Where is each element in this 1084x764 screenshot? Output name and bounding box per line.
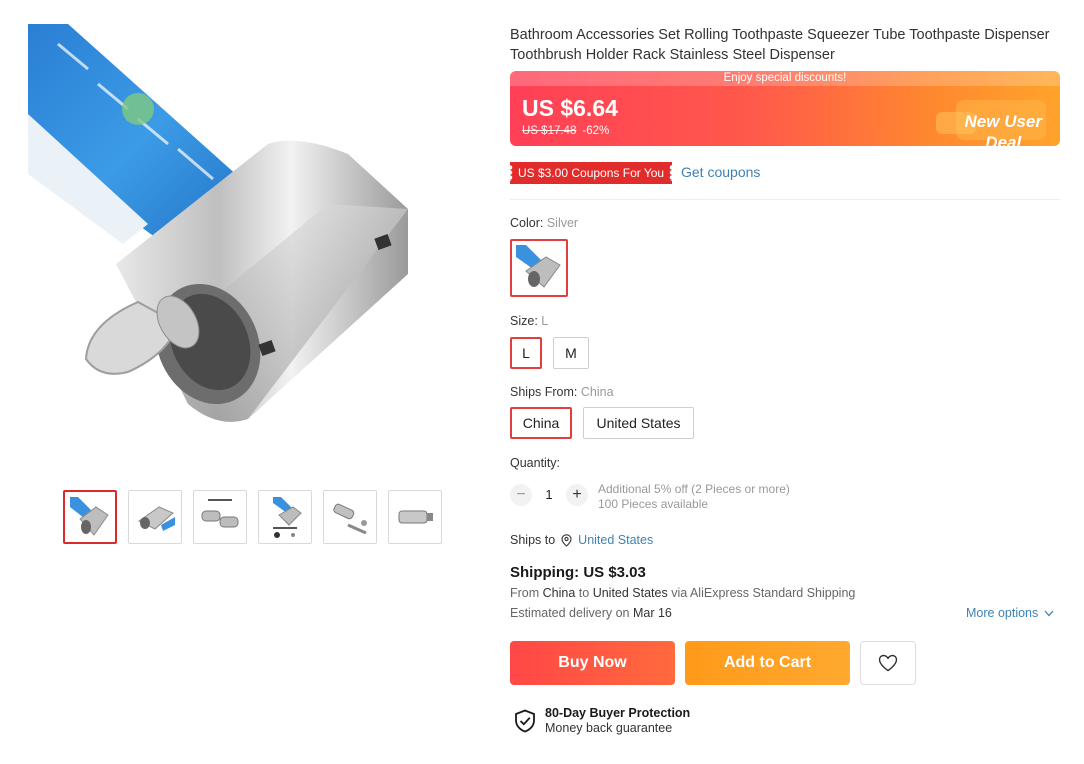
price-banner: Enjoy special discounts! US $6.64 US $17… — [510, 71, 1060, 146]
add-to-cart-button[interactable]: Add to Cart — [685, 641, 850, 685]
size-option-m[interactable]: M — [553, 337, 589, 369]
get-coupons-link[interactable]: Get coupons — [681, 164, 760, 180]
ships-from-option-united-states[interactable]: United States — [583, 407, 694, 439]
thumbnail-5[interactable] — [323, 490, 377, 544]
thumbnail-1[interactable] — [63, 490, 117, 544]
thumbnail-3[interactable] — [193, 490, 247, 544]
thumbnail-2[interactable] — [128, 490, 182, 544]
discount-banner-text: Enjoy special discounts! — [510, 71, 1060, 86]
toothpaste-squeezer-image — [28, 24, 408, 422]
thumbnail-strip — [63, 490, 442, 544]
buy-now-button[interactable]: Buy Now — [510, 641, 675, 685]
current-price: US $6.64 — [522, 95, 618, 121]
squeezer-thumb-icon — [70, 497, 109, 536]
shipping-route: From China to United States via AliExpre… — [510, 586, 856, 600]
discount-percent: -62% — [582, 125, 610, 137]
original-price-row: US $17.48 -62% — [522, 125, 609, 137]
ships-to-row: Ships to United States — [510, 533, 653, 547]
quantity-decrease-button[interactable]: − — [510, 484, 532, 506]
more-options-link[interactable]: More options — [966, 606, 1054, 620]
quantity-increase-button[interactable]: + — [566, 484, 588, 506]
squeezer-angle-thumb-icon — [138, 506, 175, 531]
size-label: Size: L — [510, 314, 549, 328]
size-option-l[interactable]: L — [510, 337, 542, 369]
buyer-protection-text: 80-Day Buyer Protection Money back guara… — [545, 706, 690, 736]
quantity-input[interactable] — [537, 484, 561, 506]
coupon-row: US $3.00 Coupons For You Get coupons — [506, 162, 1060, 200]
heart-icon — [878, 654, 898, 672]
squeezer-side-thumb-icon — [398, 510, 433, 524]
color-option-silver[interactable] — [510, 239, 568, 297]
coupon-tag: US $3.00 Coupons For You — [506, 162, 676, 184]
product-title: Bathroom Accessories Set Rolling Toothpa… — [510, 27, 1050, 63]
main-product-image[interactable] — [28, 24, 478, 454]
estimated-delivery: Estimated delivery on Mar 16 — [510, 606, 672, 620]
shield-check-icon — [515, 709, 535, 733]
squeezer-parts-thumb-icon — [333, 503, 367, 535]
product-photo-thumb-icon — [273, 497, 302, 538]
buyer-protection: 80-Day Buyer Protection Money back guara… — [514, 706, 690, 736]
ships-from-label: Ships From: China — [510, 385, 614, 399]
ships-to-country-link[interactable]: United States — [578, 533, 653, 547]
ships-from-option-china[interactable]: China — [510, 407, 572, 439]
quantity-label: Quantity: — [510, 456, 561, 470]
new-user-deal-badge: New User Deal — [922, 86, 1060, 146]
thumbnail-6[interactable] — [388, 490, 442, 544]
color-label: Color: Silver — [510, 216, 579, 230]
shipping-cost: Shipping: US $3.03 — [510, 564, 646, 581]
new-user-deal-text: New User Deal — [964, 112, 1042, 146]
quantity-info: Additional 5% off (2 Pieces or more) 100… — [598, 482, 790, 511]
buyer-protection-title: 80-Day Buyer Protection — [545, 706, 691, 720]
thumbnail-4[interactable] — [258, 490, 312, 544]
wishlist-button[interactable] — [860, 641, 916, 685]
buyer-protection-subtitle: Money back guarantee — [545, 721, 673, 735]
squeezer-set-thumb-icon — [201, 499, 239, 528]
ships-to-label: Ships to — [510, 533, 556, 547]
chevron-down-icon — [1044, 610, 1054, 616]
silver-swatch-icon — [516, 245, 561, 288]
location-pin-icon — [561, 533, 572, 547]
original-price: US $17.48 — [522, 125, 577, 137]
